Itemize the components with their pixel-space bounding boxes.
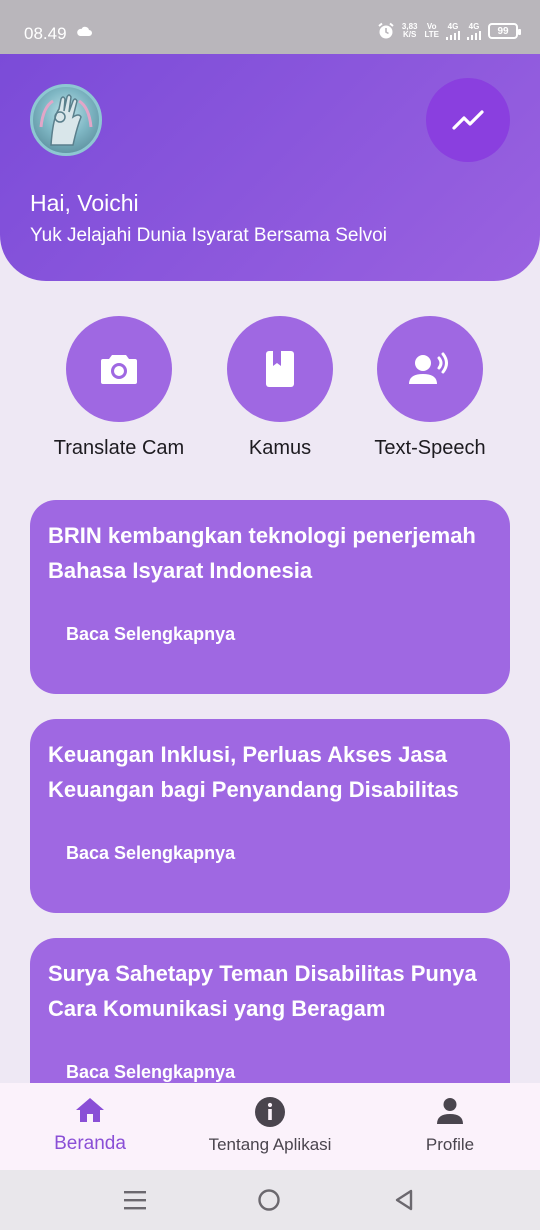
signal-icon [446, 30, 460, 40]
nav-label: Profile [425, 1135, 475, 1154]
nav-beranda[interactable]: Beranda [20, 1083, 160, 1170]
sim2-label: 4G [468, 21, 480, 31]
hand-sign-icon [39, 94, 93, 146]
trending-button[interactable] [426, 78, 510, 162]
text-speech-button[interactable] [377, 316, 483, 422]
read-more-link[interactable]: Baca Selengkapnya [66, 843, 235, 864]
feature-kamus[interactable]: Kamus [210, 316, 350, 460]
volte-bottom: LTE [424, 30, 439, 39]
network-speed: 3,83 K/S [402, 23, 418, 39]
feature-text-speech[interactable]: Text-Speech [360, 316, 500, 460]
greeting-text: Hai, Voichi [30, 190, 139, 216]
battery-icon: 99 [488, 23, 521, 39]
subtitle-text: Yuk Jelajahi Dunia Isyarat Bersama Selvo… [30, 225, 387, 246]
sim1-label: 4G [447, 21, 459, 31]
status-icons: 3,83 K/S Vo LTE 4G 4G 99 [377, 21, 521, 40]
bottom-navigation: Beranda Tentang Aplikasi Profile [0, 1083, 540, 1170]
nav-label: Tentang Aplikasi [208, 1135, 332, 1154]
volte-indicator: Vo LTE [424, 23, 439, 39]
news-card[interactable]: Surya Sahetapy Teman Disabilitas Punya C… [30, 938, 510, 1083]
nav-label: Beranda [54, 1133, 126, 1154]
trending-up-icon [452, 110, 484, 130]
back-icon[interactable] [394, 1189, 414, 1211]
news-card[interactable]: Keuangan Inklusi, Perluas Akses Jasa Keu… [30, 719, 510, 913]
news-card[interactable]: BRIN kembangkan teknologi penerjemah Bah… [30, 500, 510, 694]
camera-icon [101, 355, 137, 384]
home-header: Hai, Voichi Yuk Jelajahi Dunia Isyarat B… [0, 54, 540, 281]
home-circle-icon[interactable] [258, 1189, 280, 1211]
news-title: Keuangan Inklusi, Perluas Akses Jasa Keu… [48, 742, 459, 802]
speaker-person-icon [409, 352, 448, 384]
menu-icon[interactable] [124, 1190, 146, 1210]
info-icon [255, 1097, 285, 1127]
sim1-signal: 4G [446, 21, 460, 40]
feature-label: Translate Cam [53, 437, 185, 459]
nav-tentang-aplikasi[interactable]: Tentang Aplikasi [190, 1083, 350, 1170]
news-list[interactable]: BRIN kembangkan teknologi penerjemah Bah… [30, 500, 510, 1083]
read-more-link[interactable]: Baca Selengkapnya [66, 1062, 235, 1083]
network-speed-unit: K/S [403, 30, 417, 39]
feature-translate-cam[interactable]: Translate Cam [49, 316, 189, 460]
status-time: 08.49 [24, 24, 67, 43]
translate-cam-button[interactable] [66, 316, 172, 422]
nav-profile[interactable]: Profile [380, 1083, 520, 1170]
system-navigation-bar [0, 1170, 540, 1230]
news-title: Surya Sahetapy Teman Disabilitas Punya C… [48, 961, 477, 1021]
cloud-icon [77, 26, 92, 36]
status-bar: 08.49 3,83 K/S Vo LTE 4G 4G 99 [0, 0, 540, 54]
kamus-button[interactable] [227, 316, 333, 422]
sim2-signal: 4G [467, 21, 481, 40]
signal-icon [467, 30, 481, 40]
read-more-link[interactable]: Baca Selengkapnya [66, 624, 235, 645]
person-icon [437, 1098, 463, 1124]
news-title: BRIN kembangkan teknologi penerjemah Bah… [48, 523, 476, 583]
app-logo-avatar [30, 84, 102, 156]
feature-label: Text-Speech [374, 437, 486, 459]
book-icon [266, 351, 294, 387]
feature-label: Kamus [248, 437, 312, 459]
home-icon [76, 1098, 104, 1122]
alarm-icon [378, 22, 394, 39]
